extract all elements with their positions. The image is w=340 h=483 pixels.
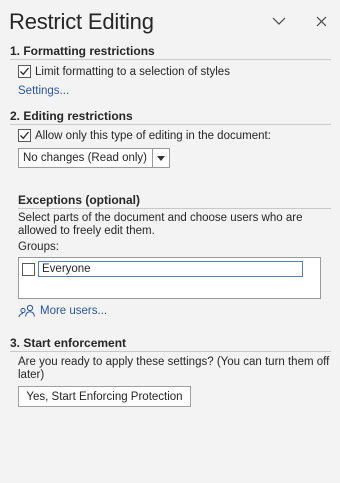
pane-title: Restrict Editing xyxy=(9,9,154,34)
more-users-link[interactable]: More users... xyxy=(18,304,107,318)
section-divider xyxy=(10,124,331,125)
collapse-pane-button[interactable] xyxy=(267,10,291,32)
group-everyone-checkbox[interactable] xyxy=(22,262,35,276)
editing-type-dropdown[interactable]: No changes (Read only) xyxy=(18,148,170,168)
formatting-restrictions-heading: 1. Formatting restrictions xyxy=(10,44,155,58)
dropdown-arrow-button[interactable] xyxy=(152,149,169,167)
editing-restrictions-heading: 2. Editing restrictions xyxy=(10,109,133,123)
list-item[interactable]: Everyone xyxy=(22,261,303,277)
exceptions-divider xyxy=(18,208,331,209)
enforcement-question-line2: later) xyxy=(18,369,45,381)
allow-editing-row[interactable]: Allow only this type of editing in the d… xyxy=(18,129,271,142)
start-enforcing-protection-button[interactable]: Yes, Start Enforcing Protection xyxy=(18,386,191,407)
restrict-editing-pane: Restrict Editing 1. Formatting restricti… xyxy=(0,0,340,483)
more-users-label: More users... xyxy=(40,305,108,317)
exceptions-description-line2: allowed to freely edit them. xyxy=(18,225,155,237)
groups-label: Groups: xyxy=(18,241,59,253)
enforcement-question-line1: Are you ready to apply these settings? (… xyxy=(18,356,330,368)
exceptions-heading: Exceptions (optional) xyxy=(18,193,141,207)
close-pane-button[interactable] xyxy=(309,10,333,32)
chevron-down-icon xyxy=(272,17,286,25)
section-divider xyxy=(10,351,331,352)
section-divider xyxy=(10,59,331,60)
groups-list[interactable]: Everyone xyxy=(18,257,321,299)
checkmark-icon xyxy=(20,67,30,76)
caret-down-icon xyxy=(157,155,165,161)
close-icon xyxy=(316,16,326,26)
users-icon xyxy=(18,304,35,318)
editing-type-value: No changes (Read only) xyxy=(23,152,148,164)
allow-editing-checkbox[interactable] xyxy=(18,129,31,142)
limit-formatting-checkbox[interactable] xyxy=(18,65,31,78)
group-everyone-name: Everyone xyxy=(38,261,303,277)
settings-link[interactable]: Settings... xyxy=(18,85,69,97)
start-enforcement-heading: 3. Start enforcement xyxy=(10,336,127,350)
allow-editing-label: Allow only this type of editing in the d… xyxy=(35,129,271,142)
checkmark-icon xyxy=(20,131,30,140)
limit-formatting-label: Limit formatting to a selection of style… xyxy=(35,65,230,78)
exceptions-description-line1: Select parts of the document and choose … xyxy=(18,212,303,224)
limit-formatting-row[interactable]: Limit formatting to a selection of style… xyxy=(18,65,230,78)
